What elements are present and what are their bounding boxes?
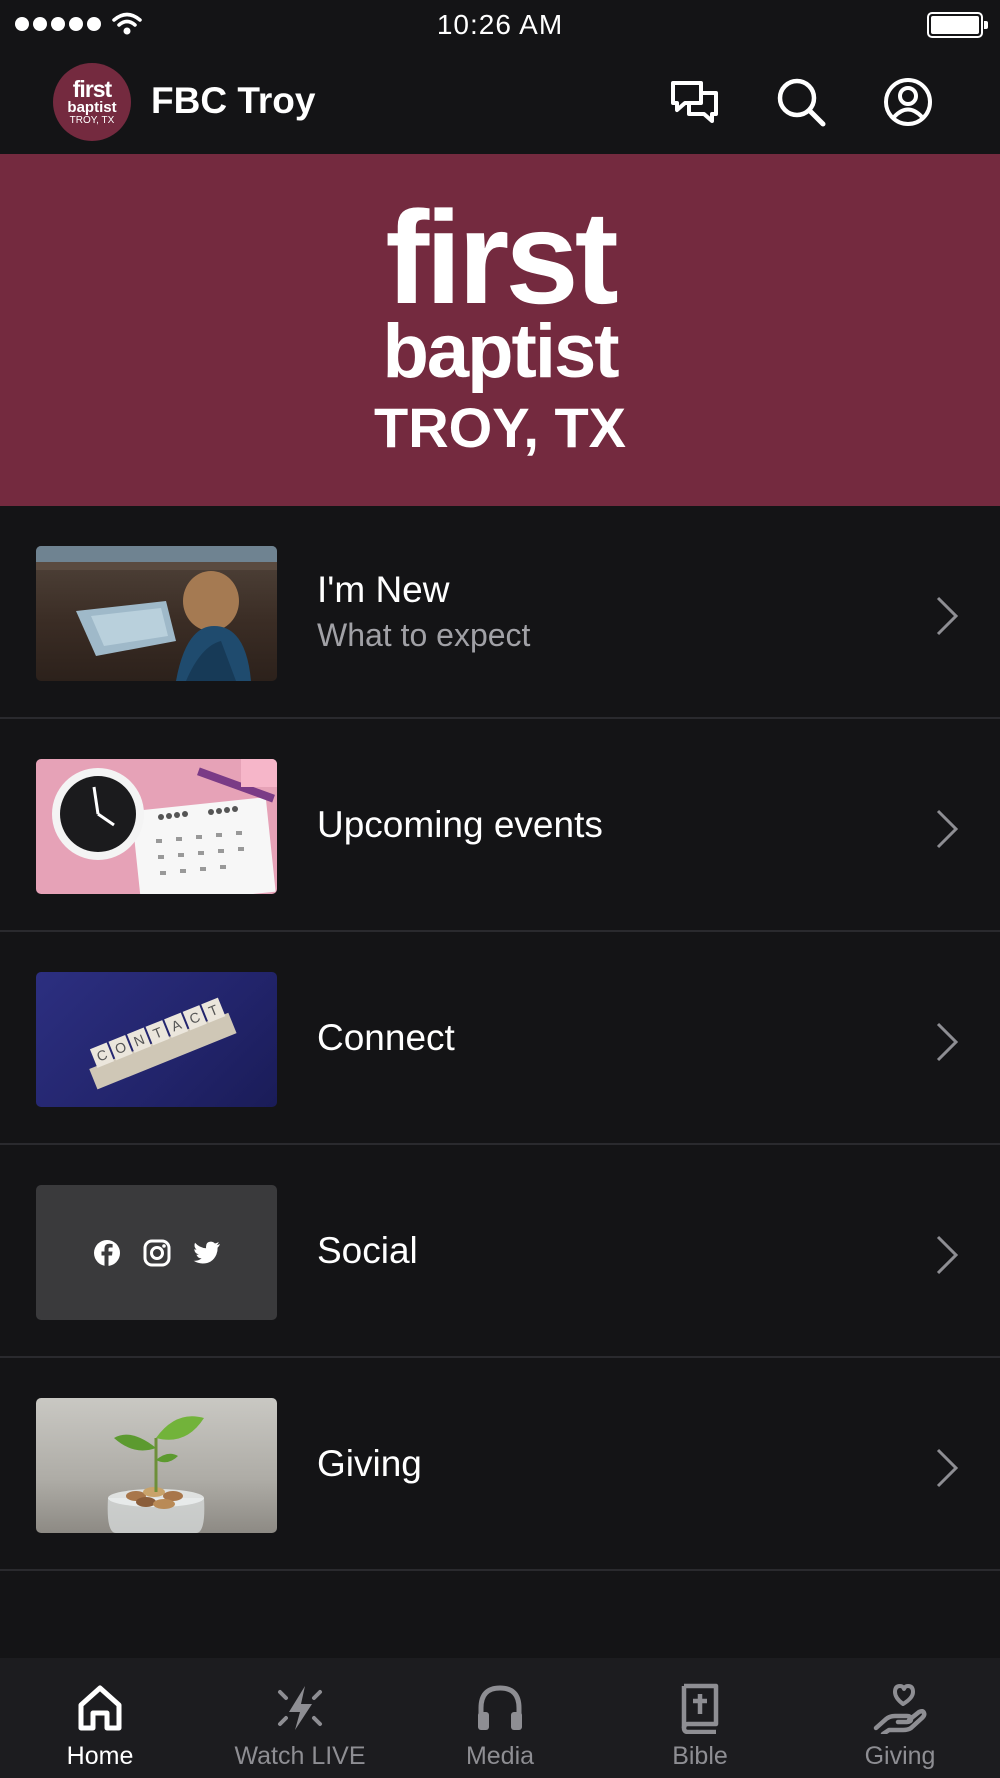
list-item-title: I'm New — [317, 569, 450, 610]
tab-giving[interactable]: Giving — [800, 1658, 1000, 1778]
list-item-title: Social — [317, 1229, 418, 1271]
list-item-subtitle: What to expect — [317, 617, 531, 653]
giving-hand-icon — [872, 1680, 928, 1736]
tab-watch-live[interactable]: Watch LIVE — [200, 1658, 400, 1778]
list-item-giving[interactable]: Giving — [0, 1358, 1000, 1571]
instagram-icon — [143, 1239, 170, 1266]
tab-home[interactable]: Home — [0, 1658, 200, 1778]
status-time: 10:26 AM — [436, 9, 564, 40]
thumbnail-plant-in-coins — [36, 1398, 277, 1533]
app-header: first baptist TROY, TX FBC Troy — [0, 50, 1000, 154]
chevron-right-icon — [936, 1448, 959, 1488]
bible-icon — [672, 1680, 728, 1736]
facebook-icon — [93, 1239, 120, 1266]
profile-icon[interactable] — [881, 75, 935, 129]
search-icon[interactable] — [774, 75, 828, 129]
thumbnail-child-with-map — [36, 546, 277, 681]
chevron-right-icon — [936, 809, 959, 849]
battery-icon — [927, 12, 988, 38]
home-icon — [72, 1680, 128, 1736]
thumbnail-social-icons — [36, 1185, 277, 1320]
chevron-right-icon — [936, 1235, 959, 1275]
list-item-upcoming-events[interactable]: Upcoming events — [0, 719, 1000, 932]
headphones-icon — [472, 1680, 528, 1736]
list-item-title: Connect — [317, 1016, 455, 1058]
banner-logo: first baptist TROY, TX — [373, 184, 627, 459]
tab-label: Watch LIVE — [234, 1742, 366, 1770]
twitter-icon — [193, 1241, 220, 1263]
hero-banner: first baptist TROY, TX — [0, 154, 1000, 506]
thumbnail-contact-tiles: CONTACT — [36, 972, 277, 1107]
list-item-im-new[interactable]: I'm New What to expect — [0, 506, 1000, 719]
tab-label: Home — [66, 1742, 134, 1770]
status-bar: 10:26 AM — [0, 0, 1000, 50]
chat-icon[interactable] — [668, 75, 722, 129]
tab-bible[interactable]: Bible — [600, 1658, 800, 1778]
menu-list: I'm New What to expect Upcoming events C… — [0, 506, 1000, 1571]
tab-label: Giving — [864, 1742, 936, 1770]
church-logo[interactable]: first baptist TROY, TX — [53, 63, 131, 141]
list-item-connect[interactable]: CONTACT Connect — [0, 932, 1000, 1145]
list-item-social[interactable]: Social — [0, 1145, 1000, 1358]
tab-label: Media — [465, 1742, 535, 1770]
chevron-right-icon — [936, 596, 959, 636]
tab-label: Bible — [672, 1742, 728, 1770]
app-title: FBC Troy — [151, 80, 316, 121]
tab-media[interactable]: Media — [400, 1658, 600, 1778]
lightning-icon — [272, 1680, 328, 1736]
chevron-right-icon — [936, 1022, 959, 1062]
list-item-title: Giving — [317, 1442, 422, 1484]
list-item-title: Upcoming events — [317, 803, 603, 845]
bottom-tab-bar: Home Watch LIVE Media Bible Giving — [0, 1658, 1000, 1778]
thumbnail-clock-and-calendar — [36, 759, 277, 894]
